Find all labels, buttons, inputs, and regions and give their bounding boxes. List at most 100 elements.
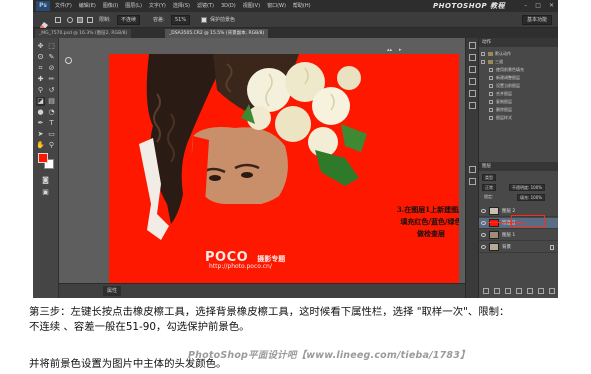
menu-item[interactable]: 帮助(H) <box>293 0 311 12</box>
quick-mask-icon[interactable]: ◙ <box>41 176 50 185</box>
action-toggle-checkbox[interactable] <box>489 92 493 96</box>
clone-stamp-tool-icon[interactable]: ⚲ <box>36 86 45 95</box>
action-row[interactable]: 新建调整图层 <box>481 74 556 81</box>
action-toggle-checkbox[interactable] <box>489 76 493 80</box>
action-toggle-checkbox[interactable] <box>489 108 493 112</box>
visibility-eye-icon[interactable] <box>481 233 486 237</box>
dodge-tool-icon[interactable]: ◔ <box>47 108 56 117</box>
menu-item[interactable]: 图层(L) <box>125 0 142 12</box>
action-row[interactable]: 三道 <box>481 58 556 65</box>
eyedropper-tool-icon[interactable]: ⊘ <box>47 64 56 73</box>
close-button[interactable]: ✕ <box>549 0 554 12</box>
menu-item[interactable]: 3D(D) <box>221 0 236 12</box>
action-row[interactable]: 使用前景色填充 <box>481 66 556 73</box>
brush-size-icon[interactable] <box>55 17 61 23</box>
brush-tool-icon[interactable]: ✏ <box>47 75 56 84</box>
sampling-continuous-icon[interactable] <box>67 17 73 23</box>
menu-item[interactable]: 滤镜(T) <box>197 0 214 12</box>
action-row[interactable]: 默认动作 <box>481 50 556 57</box>
action-row[interactable]: 复制图层 <box>481 98 556 105</box>
eraser-tool-icon[interactable] <box>39 15 49 29</box>
action-toggle-checkbox[interactable] <box>489 68 493 72</box>
action-toggle-checkbox[interactable] <box>481 52 485 56</box>
limits-dropdown[interactable]: 不连续 <box>117 15 141 25</box>
action-row[interactable]: 设置当前图层 <box>481 82 556 89</box>
blur-tool-icon[interactable]: ● <box>36 108 45 117</box>
canvas-arrow-icon[interactable]: ▸ <box>399 45 402 55</box>
action-toggle-checkbox[interactable] <box>481 60 485 64</box>
delete-layer-icon[interactable] <box>549 288 555 294</box>
screen-mode-icon[interactable]: ▣ <box>41 188 50 197</box>
protect-foreground-checkbox[interactable] <box>201 17 207 23</box>
tools-panel: ✥ ⬚ ʘ ✎ ⌗ ⊘ ✚ ✏ ⚲ ↺ ◪ ▤ ● ◔ ✒ T ➤ ▭ ✋ ⚲ … <box>33 38 59 298</box>
healing-brush-tool-icon[interactable]: ✚ <box>36 75 45 84</box>
marquee-tool-icon[interactable]: ⬚ <box>47 42 56 51</box>
action-label: 复制图层 <box>496 99 512 104</box>
fill-input[interactable]: 填充: 100% <box>517 194 546 201</box>
canvas-annotation: 3.在图层1上新建图层 填充红色/蓝色/绿色 做检查层 <box>371 204 459 240</box>
action-toggle-checkbox[interactable] <box>489 84 493 88</box>
sampling-background-icon[interactable] <box>87 17 93 23</box>
tolerance-input[interactable]: 51% <box>171 15 191 25</box>
layer-kind-filter[interactable]: 类型 <box>482 174 496 181</box>
type-tool-icon[interactable]: T <box>47 119 56 128</box>
action-row[interactable]: 删除图层 <box>481 106 556 113</box>
brush-panel-icon[interactable] <box>469 66 476 73</box>
opacity-input[interactable]: 不透明度: 100% <box>509 184 546 191</box>
action-toggle-checkbox[interactable] <box>489 116 493 120</box>
menu-items: 文件(F) 编辑(E) 图像(I) 图层(L) 文字(Y) 选择(S) 滤镜(T) 3D(D)… <box>55 0 311 12</box>
protect-foreground-label: 保护前景色 <box>210 17 236 23</box>
layer-row[interactable]: 图层 1 <box>479 230 558 241</box>
adjust-panel-icon[interactable] <box>469 90 476 97</box>
info-panel-icon[interactable] <box>469 78 476 85</box>
quick-select-tool-icon[interactable]: ✎ <box>47 53 56 62</box>
menu-item[interactable]: 窗口(W) <box>267 0 286 12</box>
action-row[interactable]: 合并图层 <box>481 90 556 97</box>
canvas-panel-icons[interactable]: ▴▴ <box>387 45 392 55</box>
pen-tool-icon[interactable]: ✒ <box>36 119 45 128</box>
shape-tool-icon[interactable]: ▭ <box>47 130 56 139</box>
adjustment-layer-icon[interactable] <box>516 288 522 294</box>
crop-tool-icon[interactable]: ⌗ <box>36 64 45 73</box>
layer-mask-icon[interactable] <box>505 288 511 294</box>
channels-icon[interactable] <box>469 178 476 185</box>
minimize-button[interactable]: – <box>524 0 527 12</box>
visibility-eye-icon[interactable] <box>481 209 486 213</box>
action-toggle-checkbox[interactable] <box>489 100 493 104</box>
layer-row[interactable]: 背景 <box>479 242 558 253</box>
maximize-button[interactable]: □ <box>535 0 541 12</box>
new-layer-icon[interactable] <box>538 288 544 294</box>
menu-item[interactable]: 图像(I) <box>103 0 118 12</box>
move-tool-icon[interactable]: ✥ <box>36 42 45 51</box>
menu-item[interactable]: 编辑(E) <box>79 0 96 12</box>
visibility-eye-icon[interactable] <box>481 245 486 249</box>
path-select-tool-icon[interactable]: ➤ <box>36 130 45 139</box>
layer-style-icon[interactable] <box>494 288 500 294</box>
properties-panel-button[interactable]: 属性 <box>103 286 122 296</box>
hand-tool-icon[interactable]: ✋ <box>36 141 45 150</box>
link-layers-icon[interactable] <box>483 288 489 294</box>
actions-icon[interactable] <box>469 54 476 61</box>
history-icon[interactable] <box>469 42 476 49</box>
menu-item[interactable]: 文字(Y) <box>149 0 166 12</box>
layers-icon[interactable] <box>469 166 476 173</box>
zoom-tool-icon[interactable]: ⚲ <box>47 141 56 150</box>
menu-item[interactable]: 视图(V) <box>243 0 260 12</box>
gradient-tool-icon[interactable]: ▤ <box>47 97 56 106</box>
sampling-once-icon[interactable] <box>77 17 83 23</box>
action-row[interactable]: 图层样式 <box>481 114 556 121</box>
paragraph-icon[interactable] <box>469 102 476 109</box>
photoshop-window: Ps 文件(F) 编辑(E) 图像(I) 图层(L) 文字(Y) 选择(S) 滤镜(T) 3D… <box>33 0 558 298</box>
new-group-icon[interactable] <box>527 288 533 294</box>
menu-item[interactable]: 文件(F) <box>55 0 72 12</box>
foreground-color-swatch[interactable] <box>38 153 48 163</box>
menu-item[interactable]: 选择(S) <box>173 0 190 12</box>
history-brush-tool-icon[interactable]: ↺ <box>47 86 56 95</box>
tab-document-2[interactable]: _DSA3505.CR2 @ 15.5% (背景副本, RGB/8) <box>165 29 269 38</box>
lasso-tool-icon[interactable]: ʘ <box>36 53 45 62</box>
blend-mode-dropdown[interactable]: 正常 <box>482 184 496 191</box>
workspace-dropdown[interactable]: 基本功能 <box>521 15 552 25</box>
eraser-tool-button-icon[interactable]: ◪ <box>36 97 45 106</box>
visibility-eye-icon[interactable] <box>481 221 486 225</box>
tab-document-1[interactable]: _MG_7570.psd @ 16.3% (图层2, RGB/8) <box>35 29 132 38</box>
